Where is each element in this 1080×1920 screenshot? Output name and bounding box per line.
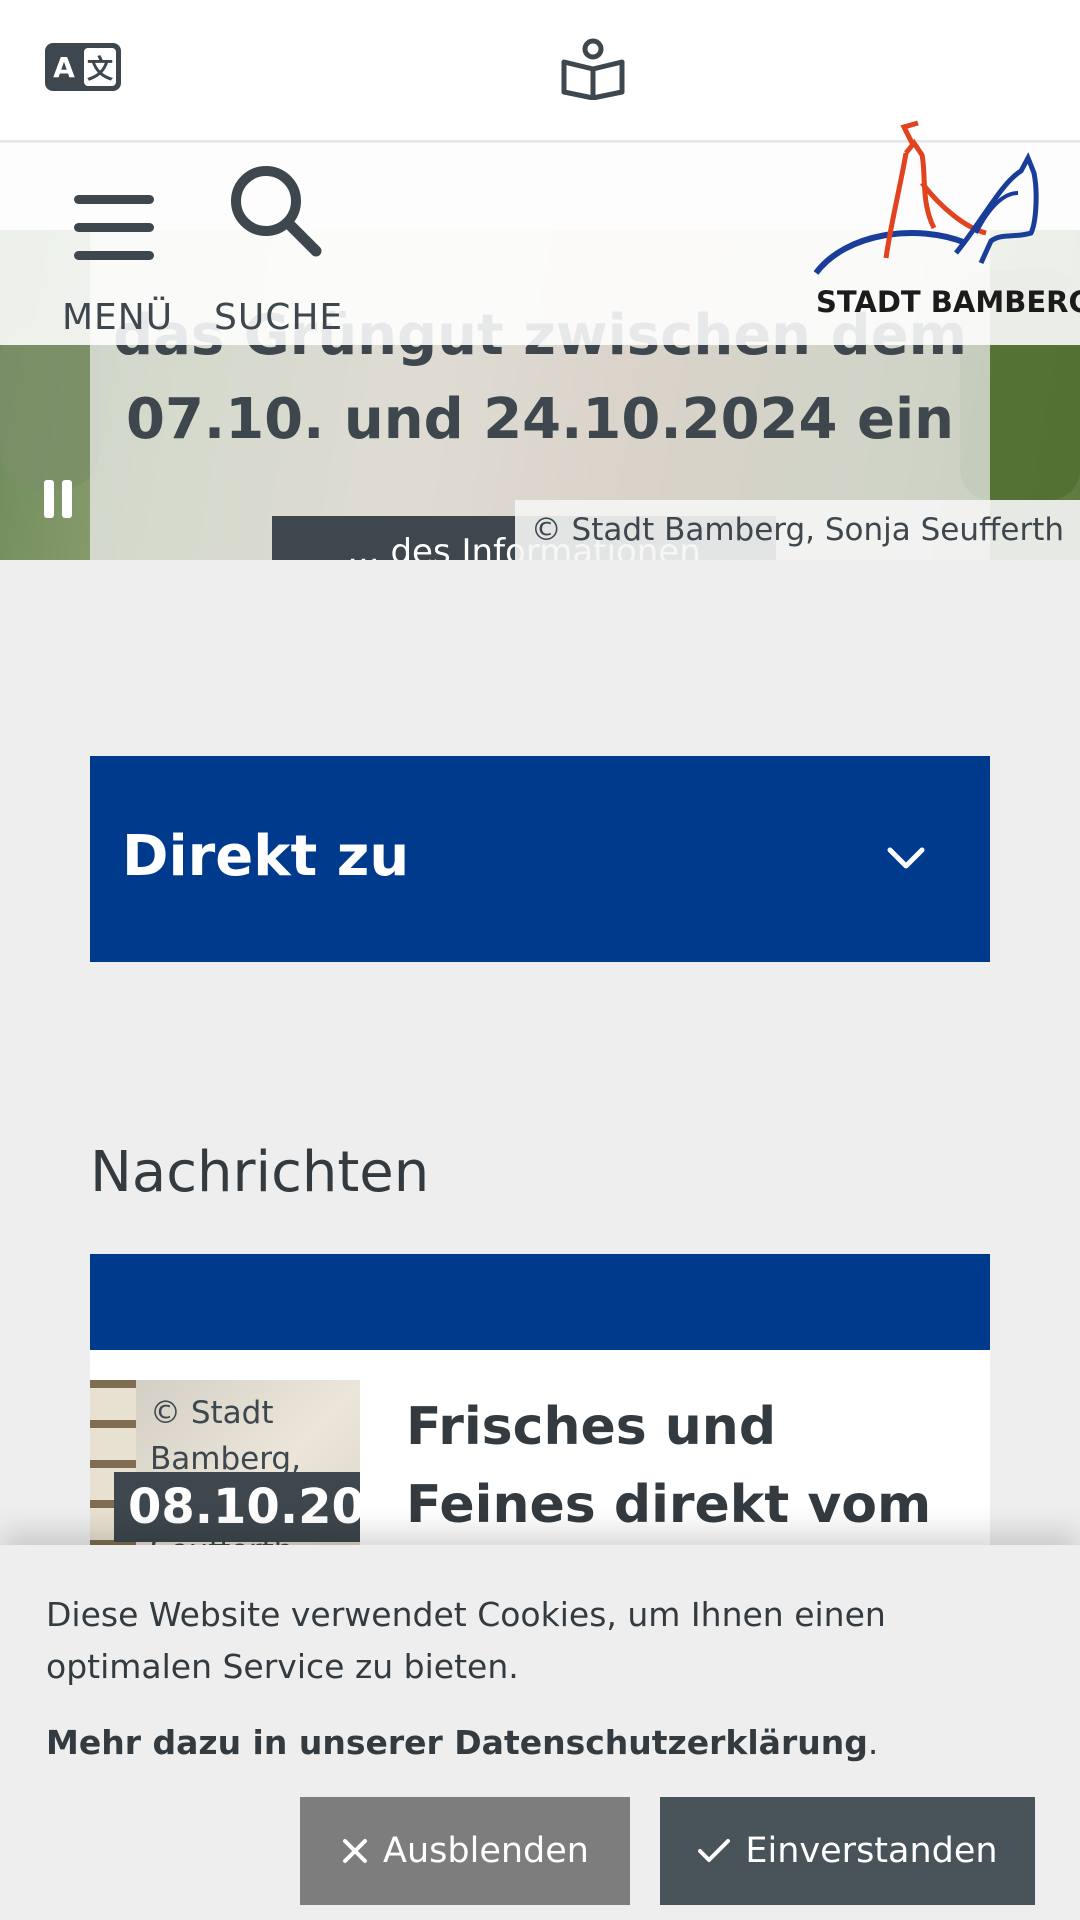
easy-reading-button[interactable] <box>560 38 626 101</box>
cookie-banner: Diese Website verwendet Cookies, um Ihne… <box>0 1545 1080 1920</box>
direkt-zu-accordion[interactable]: Direkt zu <box>90 756 990 962</box>
logo-text: STADT BAMBERG <box>816 285 1080 319</box>
privacy-prefix: Mehr dazu in unserer <box>46 1723 455 1762</box>
agree-button[interactable]: Einverstanden <box>660 1797 1035 1905</box>
search-label: SUCHE <box>214 297 344 338</box>
hamburger-icon <box>74 195 154 263</box>
translate-icon: A 文 <box>45 43 121 91</box>
image-copyright: © Stadt Bamberg, Sonja Seufferth <box>514 500 1080 560</box>
cookie-text: Diese Website verwendet Cookies, um Ihne… <box>46 1595 886 1686</box>
search-button[interactable]: SUCHE <box>214 159 354 338</box>
chevron-down-icon <box>887 847 925 869</box>
agree-label: Einverstanden <box>745 1831 998 1871</box>
easy-reading-icon <box>561 38 625 101</box>
check-icon <box>698 1839 731 1862</box>
privacy-link[interactable]: Datenschutzerklärung <box>454 1723 868 1762</box>
news-heading: Nachrichten <box>90 1140 430 1205</box>
svg-text:A: A <box>53 51 75 84</box>
language-button[interactable]: A 文 <box>44 42 122 92</box>
privacy-notice: Mehr dazu in unserer Datenschutzerklärun… <box>46 1723 878 1762</box>
privacy-suffix: . <box>867 1723 879 1762</box>
news-header-bar <box>90 1254 990 1350</box>
menu-label: MENÜ <box>62 297 174 338</box>
direkt-zu-title: Direkt zu <box>122 824 410 889</box>
hide-label: Ausblenden <box>383 1831 589 1871</box>
hide-button[interactable]: Ausblenden <box>300 1797 630 1905</box>
svg-text:文: 文 <box>87 54 114 85</box>
slider-pause-button[interactable] <box>44 480 74 518</box>
menu-button[interactable]: MENÜ <box>62 169 178 338</box>
main-header: MENÜ SUCHE STADT BAMBERG <box>0 120 1080 345</box>
stadt-bamberg-logo[interactable]: STADT BAMBERG <box>806 113 1080 335</box>
rider-logo-icon <box>813 120 1039 275</box>
news-title[interactable]: Frisches und Feines direkt vom <box>406 1388 966 1544</box>
close-icon <box>343 1839 368 1863</box>
news-thumbnail: © Stadt Bamberg, Sonja Seufferth 08.10.2… <box>90 1380 360 1570</box>
search-icon <box>231 166 322 257</box>
news-date: 08.10.2024 <box>114 1472 360 1542</box>
hero-image-left <box>0 320 100 490</box>
